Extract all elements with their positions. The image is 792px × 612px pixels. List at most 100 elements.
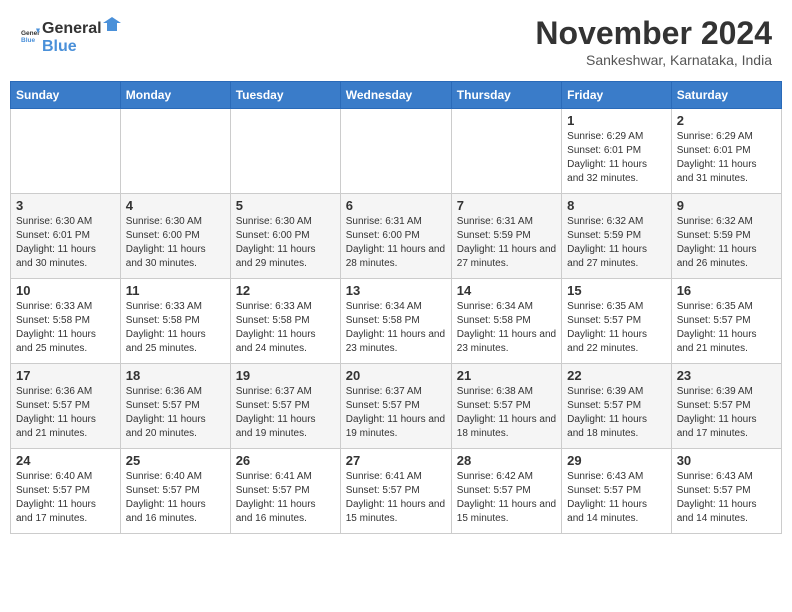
logo: General Blue General Blue [20,15,122,56]
logo-icon: General Blue [20,26,40,46]
calendar-day-cell: 21 Sunrise: 6:38 AM Sunset: 5:57 PM Dayli… [451,364,561,449]
day-info: Sunrise: 6:42 AM Sunset: 5:57 PM Dayligh… [457,470,556,526]
calendar-day-cell: 9 Sunrise: 6:32 AM Sunset: 5:59 PM Daylig… [671,194,781,279]
day-info: Sunrise: 6:29 AM Sunset: 6:01 PM Dayligh… [567,130,666,186]
day-info: Sunrise: 6:37 AM Sunset: 5:57 PM Dayligh… [346,385,446,441]
day-number: 7 [457,198,556,213]
day-number: 3 [16,198,115,213]
day-number: 26 [236,453,335,468]
calendar-day-cell: 8 Sunrise: 6:32 AM Sunset: 5:59 PM Daylig… [562,194,672,279]
calendar-day-cell: 29 Sunrise: 6:43 AM Sunset: 5:57 PM Dayli… [562,449,672,534]
calendar-day-cell: 1Sunrise: 6:29 AM Sunset: 6:01 PM Daylig… [562,109,672,194]
day-number: 18 [126,368,225,383]
calendar-day-cell: 27 Sunrise: 6:41 AM Sunset: 5:57 PM Dayli… [340,449,451,534]
day-number: 28 [457,453,556,468]
calendar-day-cell: 19 Sunrise: 6:37 AM Sunset: 5:57 PM Dayli… [230,364,340,449]
day-number: 19 [236,368,335,383]
day-info: Sunrise: 6:30 AM Sunset: 6:00 PM Dayligh… [236,215,335,271]
day-info: Sunrise: 6:40 AM Sunset: 5:57 PM Dayligh… [126,470,225,526]
calendar-day-cell: 5 Sunrise: 6:30 AM Sunset: 6:00 PM Daylig… [230,194,340,279]
day-info: Sunrise: 6:31 AM Sunset: 5:59 PM Dayligh… [457,215,556,271]
day-info: Sunrise: 6:33 AM Sunset: 5:58 PM Dayligh… [126,300,225,356]
calendar-week-row: 10 Sunrise: 6:33 AM Sunset: 5:58 PM Dayli… [11,279,782,364]
logo-bird-icon [103,15,121,33]
day-info: Sunrise: 6:40 AM Sunset: 5:57 PM Dayligh… [16,470,115,526]
day-info: Sunrise: 6:41 AM Sunset: 5:57 PM Dayligh… [346,470,446,526]
day-info: Sunrise: 6:32 AM Sunset: 5:59 PM Dayligh… [677,215,776,271]
day-info: Sunrise: 6:36 AM Sunset: 5:57 PM Dayligh… [16,385,115,441]
calendar-day-cell [230,109,340,194]
calendar-day-cell: 4 Sunrise: 6:30 AM Sunset: 6:00 PM Daylig… [120,194,230,279]
day-number: 29 [567,453,666,468]
day-info: Sunrise: 6:43 AM Sunset: 5:57 PM Dayligh… [567,470,666,526]
day-info: Sunrise: 6:38 AM Sunset: 5:57 PM Dayligh… [457,385,556,441]
day-number: 11 [126,283,225,298]
day-number: 10 [16,283,115,298]
calendar-day-cell [11,109,121,194]
day-number: 21 [457,368,556,383]
calendar-day-cell: 25 Sunrise: 6:40 AM Sunset: 5:57 PM Dayli… [120,449,230,534]
calendar-day-cell: 22 Sunrise: 6:39 AM Sunset: 5:57 PM Dayli… [562,364,672,449]
day-info: Sunrise: 6:36 AM Sunset: 5:57 PM Dayligh… [126,385,225,441]
day-info: Sunrise: 6:30 AM Sunset: 6:00 PM Dayligh… [126,215,225,271]
day-info: Sunrise: 6:29 AM Sunset: 6:01 PM Dayligh… [677,130,776,186]
svg-text:Blue: Blue [21,37,35,44]
calendar-day-cell: 10 Sunrise: 6:33 AM Sunset: 5:58 PM Dayli… [11,279,121,364]
day-info: Sunrise: 6:41 AM Sunset: 5:57 PM Dayligh… [236,470,335,526]
day-number: 13 [346,283,446,298]
calendar-day-cell: 7 Sunrise: 6:31 AM Sunset: 5:59 PM Daylig… [451,194,561,279]
day-of-week-header: Tuesday [230,82,340,109]
day-number: 30 [677,453,776,468]
day-info: Sunrise: 6:34 AM Sunset: 5:58 PM Dayligh… [346,300,446,356]
calendar-day-cell [340,109,451,194]
calendar-header: SundayMondayTuesdayWednesdayThursdayFrid… [11,82,782,109]
day-of-week-header: Wednesday [340,82,451,109]
calendar-day-cell [120,109,230,194]
calendar-day-cell: 30 Sunrise: 6:43 AM Sunset: 5:57 PM Dayli… [671,449,781,534]
day-info: Sunrise: 6:35 AM Sunset: 5:57 PM Dayligh… [567,300,666,356]
calendar-day-cell: 16Sunrise: 6:35 AM Sunset: 5:57 PM Dayli… [671,279,781,364]
calendar-day-cell: 15 Sunrise: 6:35 AM Sunset: 5:57 PM Dayli… [562,279,672,364]
day-info: Sunrise: 6:31 AM Sunset: 6:00 PM Dayligh… [346,215,446,271]
day-info: Sunrise: 6:39 AM Sunset: 5:57 PM Dayligh… [567,385,666,441]
day-of-week-header: Friday [562,82,672,109]
day-number: 8 [567,198,666,213]
day-number: 25 [126,453,225,468]
calendar-day-cell: 28 Sunrise: 6:42 AM Sunset: 5:57 PM Dayli… [451,449,561,534]
month-title: November 2024 [535,15,772,52]
day-info: Sunrise: 6:33 AM Sunset: 5:58 PM Dayligh… [16,300,115,356]
calendar-day-cell: 11 Sunrise: 6:33 AM Sunset: 5:58 PM Dayli… [120,279,230,364]
calendar-week-row: 1Sunrise: 6:29 AM Sunset: 6:01 PM Daylig… [11,109,782,194]
day-number: 22 [567,368,666,383]
logo-general-text: General [42,20,102,38]
day-info: Sunrise: 6:37 AM Sunset: 5:57 PM Dayligh… [236,385,335,441]
day-number: 16 [677,283,776,298]
day-number: 6 [346,198,446,213]
calendar-day-cell: 20Sunrise: 6:37 AM Sunset: 5:57 PM Dayli… [340,364,451,449]
calendar-day-cell: 12Sunrise: 6:33 AM Sunset: 5:58 PM Dayli… [230,279,340,364]
day-number: 5 [236,198,335,213]
day-number: 15 [567,283,666,298]
calendar-day-cell: 24Sunrise: 6:40 AM Sunset: 5:57 PM Dayli… [11,449,121,534]
day-info: Sunrise: 6:43 AM Sunset: 5:57 PM Dayligh… [677,470,776,526]
calendar-body: 1Sunrise: 6:29 AM Sunset: 6:01 PM Daylig… [11,109,782,534]
day-number: 17 [16,368,115,383]
calendar-day-cell: 3 Sunrise: 6:30 AM Sunset: 6:01 PM Daylig… [11,194,121,279]
calendar-day-cell: 6 Sunrise: 6:31 AM Sunset: 6:00 PM Daylig… [340,194,451,279]
calendar-day-cell [451,109,561,194]
day-number: 12 [236,283,335,298]
day-info: Sunrise: 6:32 AM Sunset: 5:59 PM Dayligh… [567,215,666,271]
calendar-day-cell: 14Sunrise: 6:34 AM Sunset: 5:58 PM Dayli… [451,279,561,364]
calendar-week-row: 17 Sunrise: 6:36 AM Sunset: 5:57 PM Dayli… [11,364,782,449]
day-info: Sunrise: 6:30 AM Sunset: 6:01 PM Dayligh… [16,215,115,271]
calendar-day-cell: 13 Sunrise: 6:34 AM Sunset: 5:58 PM Dayli… [340,279,451,364]
title-block: November 2024 Sankeshwar, Karnataka, Ind… [535,15,772,68]
day-of-week-header: Monday [120,82,230,109]
day-info: Sunrise: 6:39 AM Sunset: 5:57 PM Dayligh… [677,385,776,441]
calendar-table: SundayMondayTuesdayWednesdayThursdayFrid… [10,81,782,534]
day-number: 2 [677,113,776,128]
day-number: 9 [677,198,776,213]
day-number: 27 [346,453,446,468]
day-of-week-header: Thursday [451,82,561,109]
day-number: 4 [126,198,225,213]
